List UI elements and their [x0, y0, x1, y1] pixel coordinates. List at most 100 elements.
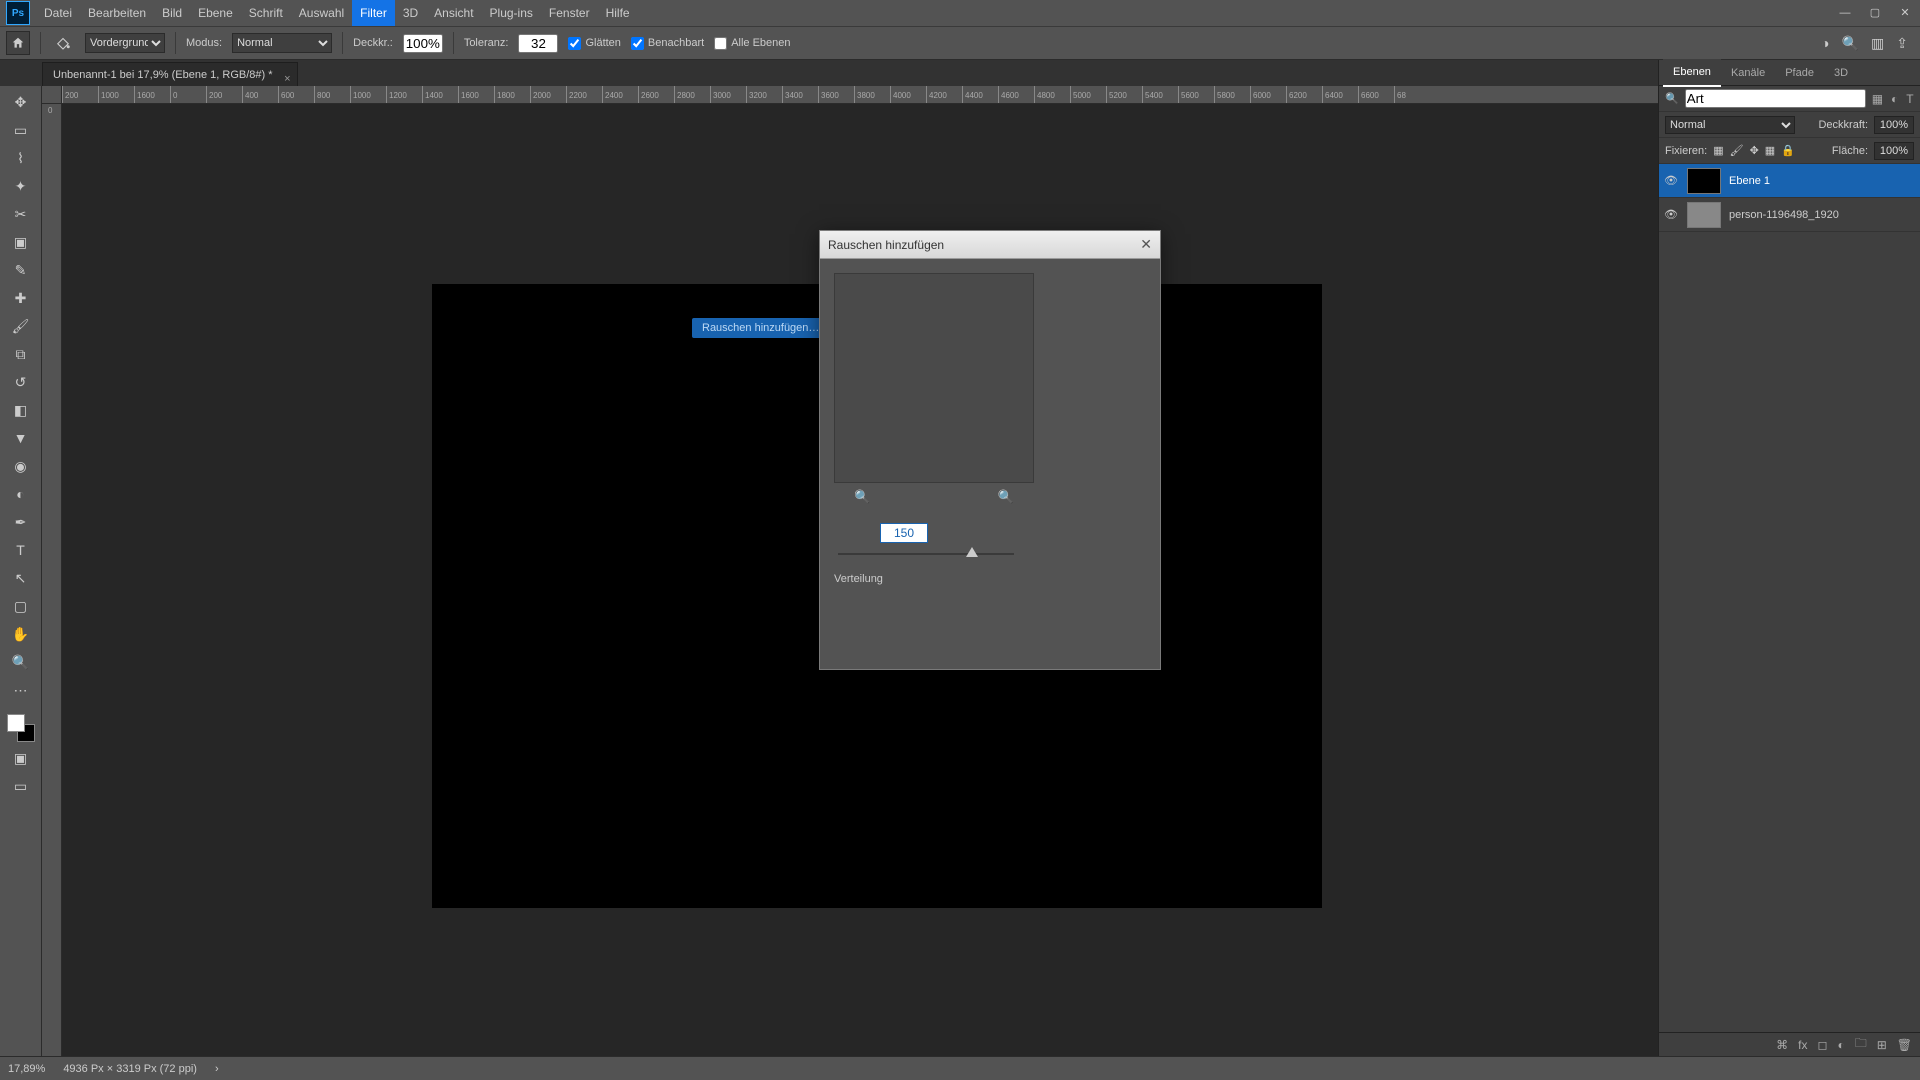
menu-filter[interactable]: Filter	[352, 0, 395, 26]
pen-tool[interactable]: ✒	[7, 510, 35, 534]
status-zoom[interactable]: 17,89%	[8, 1063, 45, 1075]
share-icon[interactable]: ⇪	[1896, 35, 1908, 52]
dialog-titlebar[interactable]: Rauschen hinzufügen ✕	[820, 231, 1160, 259]
gradient-tool[interactable]: ▼	[7, 426, 35, 450]
window-minimize-button[interactable]: —	[1830, 0, 1860, 26]
window-maximize-button[interactable]: ▢	[1860, 0, 1890, 26]
color-swatches[interactable]	[7, 714, 35, 742]
menu-plugins[interactable]: Plug-ins	[482, 0, 541, 26]
fill-source-select[interactable]: Vordergrund	[85, 33, 165, 53]
tab-3d[interactable]: 3D	[1824, 60, 1858, 86]
search-icon[interactable]: 🔍	[1842, 35, 1859, 52]
layer-row[interactable]: 👁 person-1196498_1920	[1659, 198, 1920, 232]
tolerance-input[interactable]	[518, 34, 558, 53]
blur-tool[interactable]: ◉	[7, 454, 35, 478]
lock-pixels-icon[interactable]: 🖌	[1730, 144, 1744, 157]
menu-schrift[interactable]: Schrift	[241, 0, 291, 26]
dodge-tool[interactable]: ◐	[7, 482, 35, 506]
shape-tool[interactable]: ▢	[7, 594, 35, 618]
foreground-swatch[interactable]	[7, 714, 25, 732]
lock-transparency-icon[interactable]: ▦	[1713, 144, 1723, 157]
dialog-preview[interactable]	[834, 273, 1034, 483]
zoom-tool[interactable]: 🔍	[7, 650, 35, 674]
delete-layer-icon[interactable]: 🗑	[1897, 1038, 1912, 1052]
antialias-checkbox[interactable]	[568, 37, 581, 50]
link-layers-icon[interactable]: ⌘	[1776, 1038, 1788, 1052]
lock-position-icon[interactable]: ✥	[1750, 144, 1759, 157]
dialog-close-button[interactable]: ✕	[1140, 236, 1152, 253]
menu-ansicht[interactable]: Ansicht	[426, 0, 481, 26]
wand-tool[interactable]: ✦	[7, 174, 35, 198]
group-icon[interactable]: 🗀	[1855, 1034, 1867, 1055]
menu-hilfe[interactable]: Hilfe	[598, 0, 638, 26]
menu-bearbeiten[interactable]: Bearbeiten	[80, 0, 154, 26]
ruler-horizontal[interactable]: 2001000160002004006008001000120014001600…	[62, 86, 1658, 104]
blend-mode-select[interactable]: Normal	[232, 33, 332, 53]
document-tab[interactable]: Unbenannt-1 bei 17,9% (Ebene 1, RGB/8#) …	[42, 62, 298, 86]
tool-indicator[interactable]	[51, 31, 75, 55]
tab-kanaele[interactable]: Kanäle	[1721, 60, 1775, 86]
canvas-area[interactable]: Rauschen hinzufügen… ✋ Rauschen hinzufüg…	[62, 104, 1658, 1056]
quickmask-button[interactable]: ▣	[7, 746, 35, 770]
lock-all-icon[interactable]: 🔒	[1781, 144, 1795, 157]
layer-mask-icon[interactable]: ◻	[1817, 1038, 1827, 1052]
all-layers-checkbox[interactable]	[714, 37, 727, 50]
layer-name[interactable]: person-1196498_1920	[1729, 209, 1839, 221]
visibility-toggle[interactable]: 👁	[1663, 208, 1679, 221]
heal-tool[interactable]: ✚	[7, 286, 35, 310]
window-close-button[interactable]: ✕	[1890, 0, 1920, 26]
tab-pfade[interactable]: Pfade	[1775, 60, 1824, 86]
lock-artboard-icon[interactable]: ▦	[1765, 144, 1775, 157]
move-tool[interactable]: ✥	[7, 90, 35, 114]
screenmode-button[interactable]: ▭	[7, 774, 35, 798]
tab-ebenen[interactable]: Ebenen	[1663, 59, 1721, 87]
menu-bild[interactable]: Bild	[154, 0, 190, 26]
new-layer-icon[interactable]: ⊞	[1877, 1038, 1887, 1052]
hand-tool[interactable]: ✋	[7, 622, 35, 646]
layer-style-icon[interactable]: fx	[1798, 1038, 1807, 1052]
fill-input[interactable]	[1874, 142, 1914, 160]
adjustment-layer-icon[interactable]: ◐	[1837, 1038, 1844, 1052]
ruler-vertical[interactable]: 0	[42, 104, 62, 1056]
menu-datei[interactable]: Datei	[36, 0, 80, 26]
frame-tool[interactable]: ▣	[7, 230, 35, 254]
eraser-tool[interactable]: ◧	[7, 398, 35, 422]
layer-name[interactable]: Ebene 1	[1729, 175, 1770, 187]
edit-toolbar[interactable]: ⋯	[7, 678, 35, 702]
layer-thumbnail[interactable]	[1687, 168, 1721, 194]
brush-tool[interactable]: 🖌	[7, 314, 35, 338]
home-button[interactable]	[6, 31, 30, 55]
zoom-in-icon[interactable]: 🔍	[998, 489, 1014, 505]
layer-opacity-input[interactable]	[1874, 116, 1914, 134]
layer-filter-input[interactable]	[1685, 89, 1866, 108]
menu-fenster[interactable]: Fenster	[541, 0, 598, 26]
status-more-icon[interactable]: ›	[215, 1063, 219, 1075]
filter-pixel-icon[interactable]: ▦	[1872, 92, 1883, 106]
lasso-tool[interactable]: ⌇	[7, 146, 35, 170]
workspace-icon[interactable]: ▥	[1871, 35, 1884, 52]
menu-auswahl[interactable]: Auswahl	[291, 0, 352, 26]
menu-3d[interactable]: 3D	[395, 0, 426, 26]
ruler-origin[interactable]	[42, 86, 62, 104]
layer-row[interactable]: 👁 Ebene 1	[1659, 164, 1920, 198]
status-dimensions[interactable]: 4936 Px × 3319 Px (72 ppi)	[63, 1063, 197, 1075]
filter-type-icon[interactable]: T	[1906, 92, 1913, 106]
zoom-out-icon[interactable]: 🔍	[854, 489, 870, 505]
contiguous-checkbox[interactable]	[631, 37, 644, 50]
slider-thumb[interactable]	[966, 547, 978, 557]
path-select-tool[interactable]: ↖	[7, 566, 35, 590]
opacity-input[interactable]	[403, 34, 443, 53]
layer-thumbnail[interactable]	[1687, 202, 1721, 228]
visibility-toggle[interactable]: 👁	[1663, 174, 1679, 187]
crop-tool[interactable]: ✂	[7, 202, 35, 226]
amount-slider[interactable]	[838, 547, 1014, 561]
marquee-tool[interactable]: ▭	[7, 118, 35, 142]
layer-blend-select[interactable]: Normal	[1665, 116, 1795, 134]
amount-input[interactable]	[880, 523, 928, 543]
eyedropper-tool[interactable]: ✎	[7, 258, 35, 282]
menu-ebene[interactable]: Ebene	[190, 0, 241, 26]
filter-adjust-icon[interactable]: ◐	[1891, 92, 1898, 106]
stamp-tool[interactable]: ⧉	[7, 342, 35, 366]
cloud-docs-icon[interactable]: ◑	[1821, 35, 1829, 51]
history-brush-tool[interactable]: ↺	[7, 370, 35, 394]
